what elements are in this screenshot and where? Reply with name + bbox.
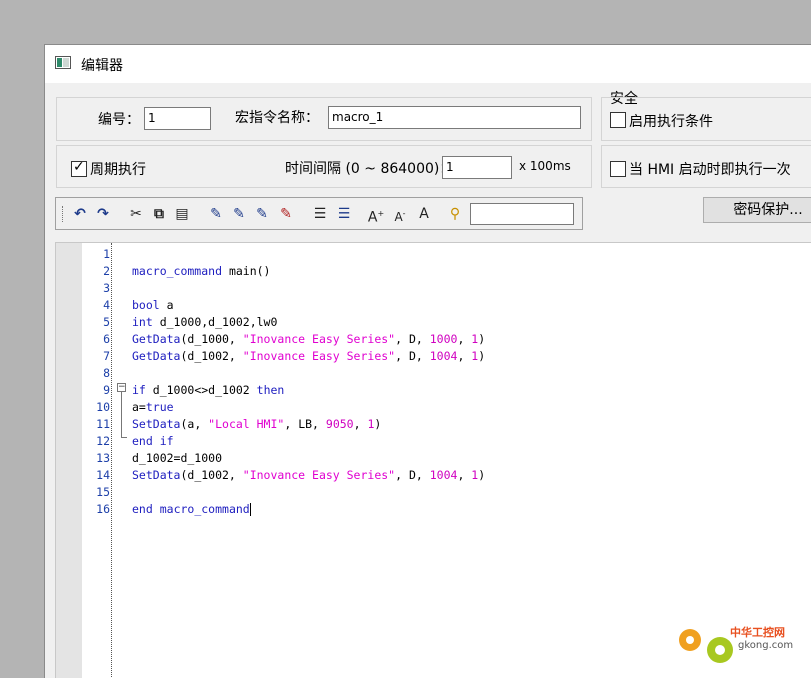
code-text[interactable]: GetData(d_1000, "Inovance Easy Series", … xyxy=(132,332,485,346)
toolbar-search-input[interactable] xyxy=(470,203,574,225)
line-number: 4 xyxy=(103,298,110,312)
code-text[interactable]: bool a xyxy=(132,298,174,312)
password-protect-button[interactable]: 密码保护... xyxy=(703,197,811,223)
code-text[interactable]: int d_1000,d_1002,lw0 xyxy=(132,315,277,329)
app-icon xyxy=(55,56,71,69)
line-number: 8 xyxy=(103,366,110,380)
line-number: 15 xyxy=(96,485,110,499)
fold-toggle-icon[interactable]: − xyxy=(117,383,126,392)
line-number: 1 xyxy=(103,247,110,261)
copy-icon[interactable]: ⧉ xyxy=(149,203,169,225)
editor-toolbar: ↶ ↷ ✂ ⧉ ▤ ✎ ✎ ✎ ✎ ☰ ☰ A+ A- A ⚲ xyxy=(55,197,583,230)
line-number: 10 xyxy=(96,400,110,414)
code-text[interactable]: macro_command main() xyxy=(132,264,270,278)
code-text[interactable]: SetData(a, "Local HMI", LB, 9050, 1) xyxy=(132,417,381,431)
periodic-checkbox[interactable] xyxy=(71,159,87,177)
code-text[interactable]: if d_1000<>d_1002 then xyxy=(132,383,284,397)
code-text[interactable]: d_1002=d_1000 xyxy=(132,451,222,465)
code-text[interactable]: end if xyxy=(132,434,174,448)
interval-label: 时间间隔 (0 ~ 864000)： xyxy=(285,161,454,177)
code-text[interactable]: GetData(d_1002, "Inovance Easy Series", … xyxy=(132,349,485,363)
editor-window: 编辑器 编号： 1 宏指令名称： macro_1 周期执行 时间间隔 (0 ~ … xyxy=(44,44,811,678)
number-field[interactable]: 1 xyxy=(144,107,211,130)
font-decrease-icon[interactable]: A- xyxy=(390,203,410,225)
fold-margin-line xyxy=(111,243,112,678)
enable-condition-label[interactable]: 启用执行条件 xyxy=(629,111,713,131)
line-number: 9 xyxy=(103,383,110,397)
line-number: 16 xyxy=(96,502,110,516)
bookmark-toggle-icon[interactable]: ✎ xyxy=(206,203,226,225)
interval-unit: x 100ms xyxy=(519,159,571,173)
run-once-label[interactable]: 当 HMI 启动时即执行一次 xyxy=(629,159,791,179)
line-number: 13 xyxy=(96,451,110,465)
indent-icon[interactable]: ☰ xyxy=(310,203,330,225)
watermark-domain: gkong.com xyxy=(738,640,793,651)
interval-field[interactable]: 1 xyxy=(442,156,512,179)
code-editor[interactable]: 1 2 macro_command main() 3 4 bool a 5 int d_100… xyxy=(55,242,811,678)
bookmark-next-icon[interactable]: ✎ xyxy=(229,203,249,225)
line-number: 11 xyxy=(96,417,110,431)
fold-guide-end xyxy=(121,437,127,438)
watermark-brand: 中华工控网 xyxy=(730,625,785,639)
line-number: 5 xyxy=(103,315,110,329)
enable-condition-checkbox[interactable] xyxy=(610,112,626,128)
bookmark-prev-icon[interactable]: ✎ xyxy=(252,203,272,225)
line-number: 6 xyxy=(103,332,110,346)
macro-name-label: 宏指令名称： xyxy=(235,110,319,126)
line-number: 14 xyxy=(96,468,110,482)
line-number: 3 xyxy=(103,281,110,295)
run-once-checkbox[interactable] xyxy=(610,161,626,177)
title-bar: 编辑器 xyxy=(45,45,811,83)
editor-margin xyxy=(56,243,82,678)
periodic-label[interactable]: 周期执行 xyxy=(90,159,146,179)
bookmark-clear-icon[interactable]: ✎ xyxy=(276,203,296,225)
line-number: 7 xyxy=(103,349,110,363)
cut-icon[interactable]: ✂ xyxy=(126,203,146,225)
code-text[interactable]: end macro_command xyxy=(132,502,251,516)
code-text[interactable]: a=true xyxy=(132,400,174,414)
line-number: 2 xyxy=(103,264,110,278)
undo-icon[interactable]: ↶ xyxy=(70,203,90,225)
fold-guide xyxy=(121,392,122,437)
find-icon[interactable]: ⚲ xyxy=(445,203,465,225)
toolbar-grip[interactable] xyxy=(62,206,65,222)
macro-name-field[interactable]: macro_1 xyxy=(328,106,581,129)
text-caret xyxy=(249,503,251,516)
gear-icon xyxy=(679,629,733,663)
line-number: 12 xyxy=(96,434,110,448)
font-reset-icon[interactable]: A xyxy=(414,203,434,225)
code-text[interactable]: SetData(d_1002, "Inovance Easy Series", … xyxy=(132,468,485,482)
gkong-watermark: 中华工控网 gkong.com xyxy=(679,625,793,663)
outdent-icon[interactable]: ☰ xyxy=(334,203,354,225)
number-label: 编号： xyxy=(98,112,140,128)
redo-icon[interactable]: ↷ xyxy=(93,203,113,225)
window-title: 编辑器 xyxy=(81,58,123,74)
font-increase-icon[interactable]: A+ xyxy=(366,203,386,226)
paste-icon[interactable]: ▤ xyxy=(172,203,192,225)
